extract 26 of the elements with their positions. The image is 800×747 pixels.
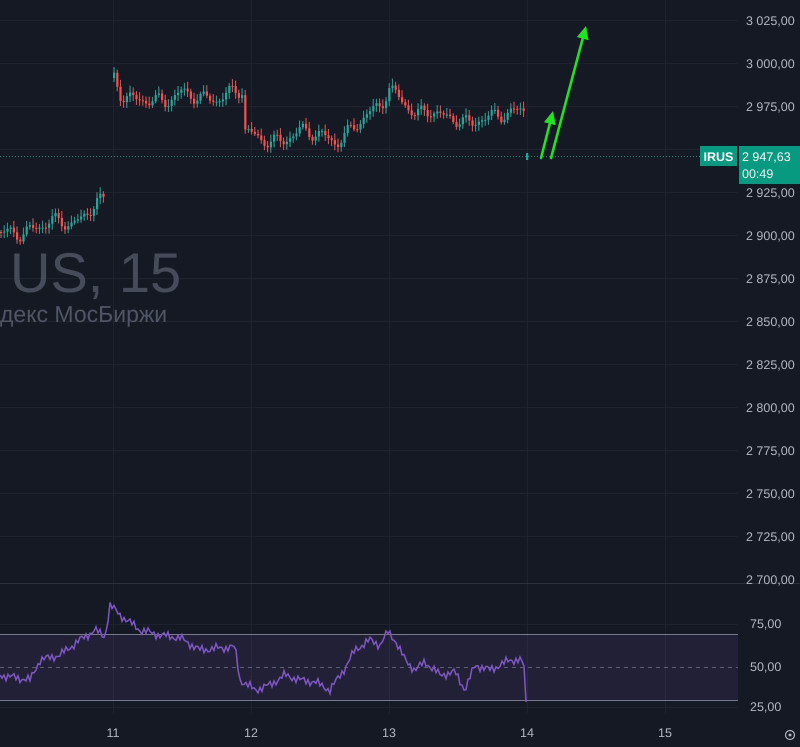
time-axis-label: 14 — [520, 726, 534, 740]
price-axis-label: 3 000,00 — [746, 57, 795, 71]
price-axis-label: 2 700,00 — [746, 573, 795, 587]
price-axis-label: 2 725,00 — [746, 530, 795, 544]
time-axis-label: 15 — [658, 726, 672, 740]
candle — [526, 153, 528, 160]
settings-icon[interactable] — [784, 730, 796, 740]
time-axis-label: 12 — [244, 726, 258, 740]
price-axis-label: 2 850,00 — [746, 315, 795, 329]
rsi-axis-label: 25,00 — [750, 700, 782, 714]
price-axis-label: 2 975,00 — [746, 100, 795, 114]
ticker-badge: IRUS — [700, 146, 737, 166]
price-axis-label: 2 900,00 — [746, 229, 795, 243]
time-axis-label: 11 — [106, 726, 120, 740]
price-axis-label: 2 800,00 — [746, 401, 795, 415]
time-axis-label: 13 — [382, 726, 396, 740]
price-axis-label: 2 825,00 — [746, 358, 795, 372]
price-axis-label: 2 875,00 — [746, 272, 795, 286]
price-axis-label: 2 775,00 — [746, 444, 795, 458]
rsi-axis-label: 75,00 — [750, 617, 782, 631]
exchange-watermark: декс МосБиржи — [0, 301, 168, 327]
price-axis-label: 2 750,00 — [746, 487, 795, 501]
price-axis-label: 2 925,00 — [746, 186, 795, 200]
rsi-axis-label: 50,00 — [750, 660, 782, 674]
price-axis-label: 3 025,00 — [746, 14, 795, 28]
last-price-badge: 2 947,63 00:49 — [739, 146, 800, 184]
